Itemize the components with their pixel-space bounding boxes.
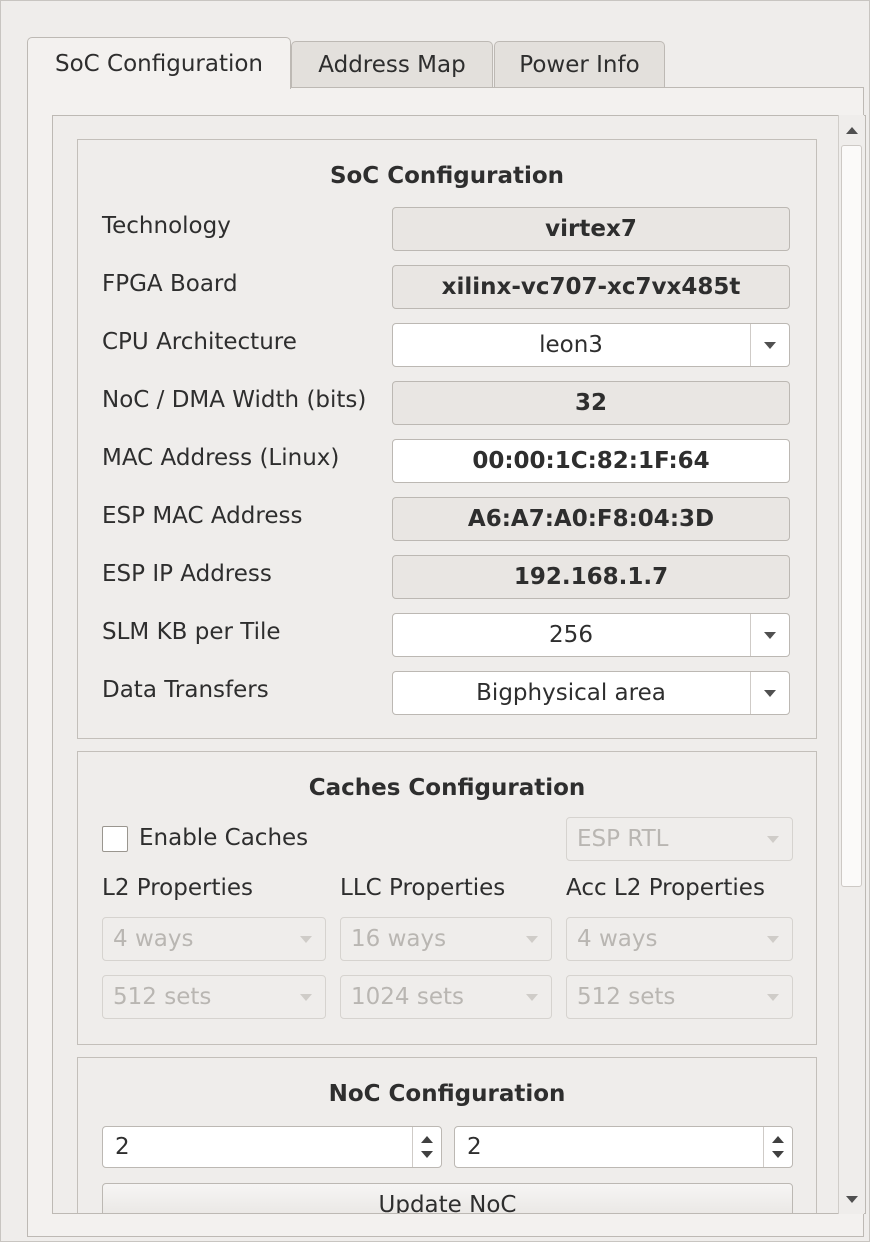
tab-power-info-label: Power Info bbox=[519, 52, 640, 78]
soc-config-title: SoC Configuration bbox=[329, 163, 565, 189]
l2-properties-label: L2 Properties bbox=[102, 875, 253, 901]
slm-kb-value: 256 bbox=[549, 622, 593, 648]
arrow-up-icon bbox=[845, 126, 858, 134]
enable-caches-checkbox[interactable] bbox=[102, 826, 128, 852]
llc-ways-select[interactable]: 16 ways bbox=[340, 917, 552, 961]
chevron-down-icon[interactable] bbox=[751, 614, 789, 656]
chevron-down-icon bbox=[513, 918, 551, 960]
chevron-down-icon bbox=[287, 976, 325, 1018]
l2-sets-value: 512 sets bbox=[113, 984, 212, 1010]
chevron-down-icon bbox=[287, 918, 325, 960]
tab-address-map[interactable]: Address Map bbox=[291, 41, 493, 88]
acc-l2-ways-value: 4 ways bbox=[577, 926, 658, 952]
tab-address-map-label: Address Map bbox=[318, 52, 466, 78]
slm-kb-label: SLM KB per Tile bbox=[102, 619, 281, 645]
scroll-up-button[interactable] bbox=[839, 116, 864, 144]
noc-cols-spinbox[interactable]: 2 bbox=[454, 1126, 793, 1168]
soc-config-group: SoC Configuration Technology virtex7 FPG… bbox=[77, 139, 817, 739]
data-transfers-select[interactable]: Bigphysical area bbox=[392, 671, 790, 715]
acc-l2-ways-select[interactable]: 4 ways bbox=[566, 917, 793, 961]
fpga-board-value: xilinx-vc707-xc7vx485t bbox=[441, 274, 741, 300]
esp-ip-label: ESP IP Address bbox=[102, 561, 272, 587]
scroll-down-button[interactable] bbox=[839, 1185, 864, 1213]
cpu-arch-label: CPU Architecture bbox=[102, 329, 297, 355]
cpu-arch-select[interactable]: leon3 bbox=[392, 323, 790, 367]
chevron-down-icon[interactable] bbox=[751, 324, 789, 366]
arrow-up-icon[interactable] bbox=[421, 1136, 433, 1143]
caches-config-group: Caches Configuration Enable Caches ESP R… bbox=[77, 751, 817, 1045]
llc-ways-value: 16 ways bbox=[351, 926, 447, 952]
mac-linux-input[interactable]: 00:00:1C:82:1F:64 bbox=[392, 439, 790, 483]
caches-config-title: Caches Configuration bbox=[308, 775, 586, 801]
llc-properties-label: LLC Properties bbox=[340, 875, 506, 901]
esp-ip-value: 192.168.1.7 bbox=[513, 564, 669, 590]
data-transfers-value: Bigphysical area bbox=[476, 680, 666, 706]
noc-width-value: 32 bbox=[574, 390, 607, 416]
tab-power-info[interactable]: Power Info bbox=[494, 41, 665, 88]
esp-mac-value: A6:A7:A0:F8:04:3D bbox=[467, 506, 715, 532]
mac-linux-label: MAC Address (Linux) bbox=[102, 445, 340, 471]
update-noc-button[interactable]: Update NoC bbox=[102, 1183, 793, 1214]
noc-rows-spinbox[interactable]: 2 bbox=[102, 1126, 442, 1168]
data-transfers-label: Data Transfers bbox=[102, 677, 269, 703]
vertical-scrollbar[interactable] bbox=[838, 115, 864, 1214]
technology-field: virtex7 bbox=[392, 207, 790, 251]
scroll-area: SoC Configuration Technology virtex7 FPG… bbox=[52, 115, 866, 1214]
noc-cols-value: 2 bbox=[467, 1134, 482, 1160]
mac-linux-value: 00:00:1C:82:1F:64 bbox=[472, 448, 710, 474]
noc-config-group: NoC Configuration 2 2 Update NoC bbox=[77, 1057, 817, 1214]
l2-sets-select[interactable]: 512 sets bbox=[102, 975, 326, 1019]
l2-ways-value: 4 ways bbox=[113, 926, 194, 952]
technology-label: Technology bbox=[102, 213, 231, 239]
enable-caches-label: Enable Caches bbox=[139, 825, 309, 851]
fpga-board-field: xilinx-vc707-xc7vx485t bbox=[392, 265, 790, 309]
chevron-down-icon bbox=[754, 818, 792, 860]
acc-l2-sets-value: 512 sets bbox=[577, 984, 676, 1010]
chevron-down-icon[interactable] bbox=[751, 672, 789, 714]
chevron-down-icon bbox=[754, 976, 792, 1018]
noc-width-field: 32 bbox=[392, 381, 790, 425]
acc-l2-sets-select[interactable]: 512 sets bbox=[566, 975, 793, 1019]
esp-mac-label: ESP MAC Address bbox=[102, 503, 303, 529]
slm-kb-select[interactable]: 256 bbox=[392, 613, 790, 657]
l2-ways-select[interactable]: 4 ways bbox=[102, 917, 326, 961]
noc-rows-value: 2 bbox=[115, 1134, 130, 1160]
noc-rows-stepper[interactable] bbox=[412, 1127, 441, 1167]
arrow-down-icon[interactable] bbox=[421, 1151, 433, 1158]
arrow-down-icon[interactable] bbox=[772, 1151, 784, 1158]
acc-l2-properties-label: Acc L2 Properties bbox=[566, 875, 765, 901]
esp-mac-field: A6:A7:A0:F8:04:3D bbox=[392, 497, 790, 541]
chevron-down-icon bbox=[513, 976, 551, 1018]
esp-rtl-value: ESP RTL bbox=[577, 826, 669, 852]
arrow-up-icon[interactable] bbox=[772, 1136, 784, 1143]
llc-sets-value: 1024 sets bbox=[351, 984, 464, 1010]
noc-width-label: NoC / DMA Width (bits) bbox=[102, 387, 367, 413]
update-noc-label: Update NoC bbox=[378, 1192, 517, 1214]
fpga-board-label: FPGA Board bbox=[102, 271, 238, 297]
noc-config-title: NoC Configuration bbox=[328, 1081, 566, 1107]
arrow-down-icon bbox=[845, 1195, 858, 1203]
noc-cols-stepper[interactable] bbox=[763, 1127, 792, 1167]
technology-value: virtex7 bbox=[545, 216, 637, 242]
tab-soc-configuration[interactable]: SoC Configuration bbox=[27, 37, 291, 89]
esp-ip-field: 192.168.1.7 bbox=[392, 555, 790, 599]
scrollbar-thumb[interactable] bbox=[841, 145, 862, 887]
cpu-arch-value: leon3 bbox=[539, 332, 603, 358]
llc-sets-select[interactable]: 1024 sets bbox=[340, 975, 552, 1019]
esp-rtl-select[interactable]: ESP RTL bbox=[566, 817, 793, 861]
tab-soc-configuration-label: SoC Configuration bbox=[54, 50, 264, 77]
chevron-down-icon bbox=[754, 918, 792, 960]
